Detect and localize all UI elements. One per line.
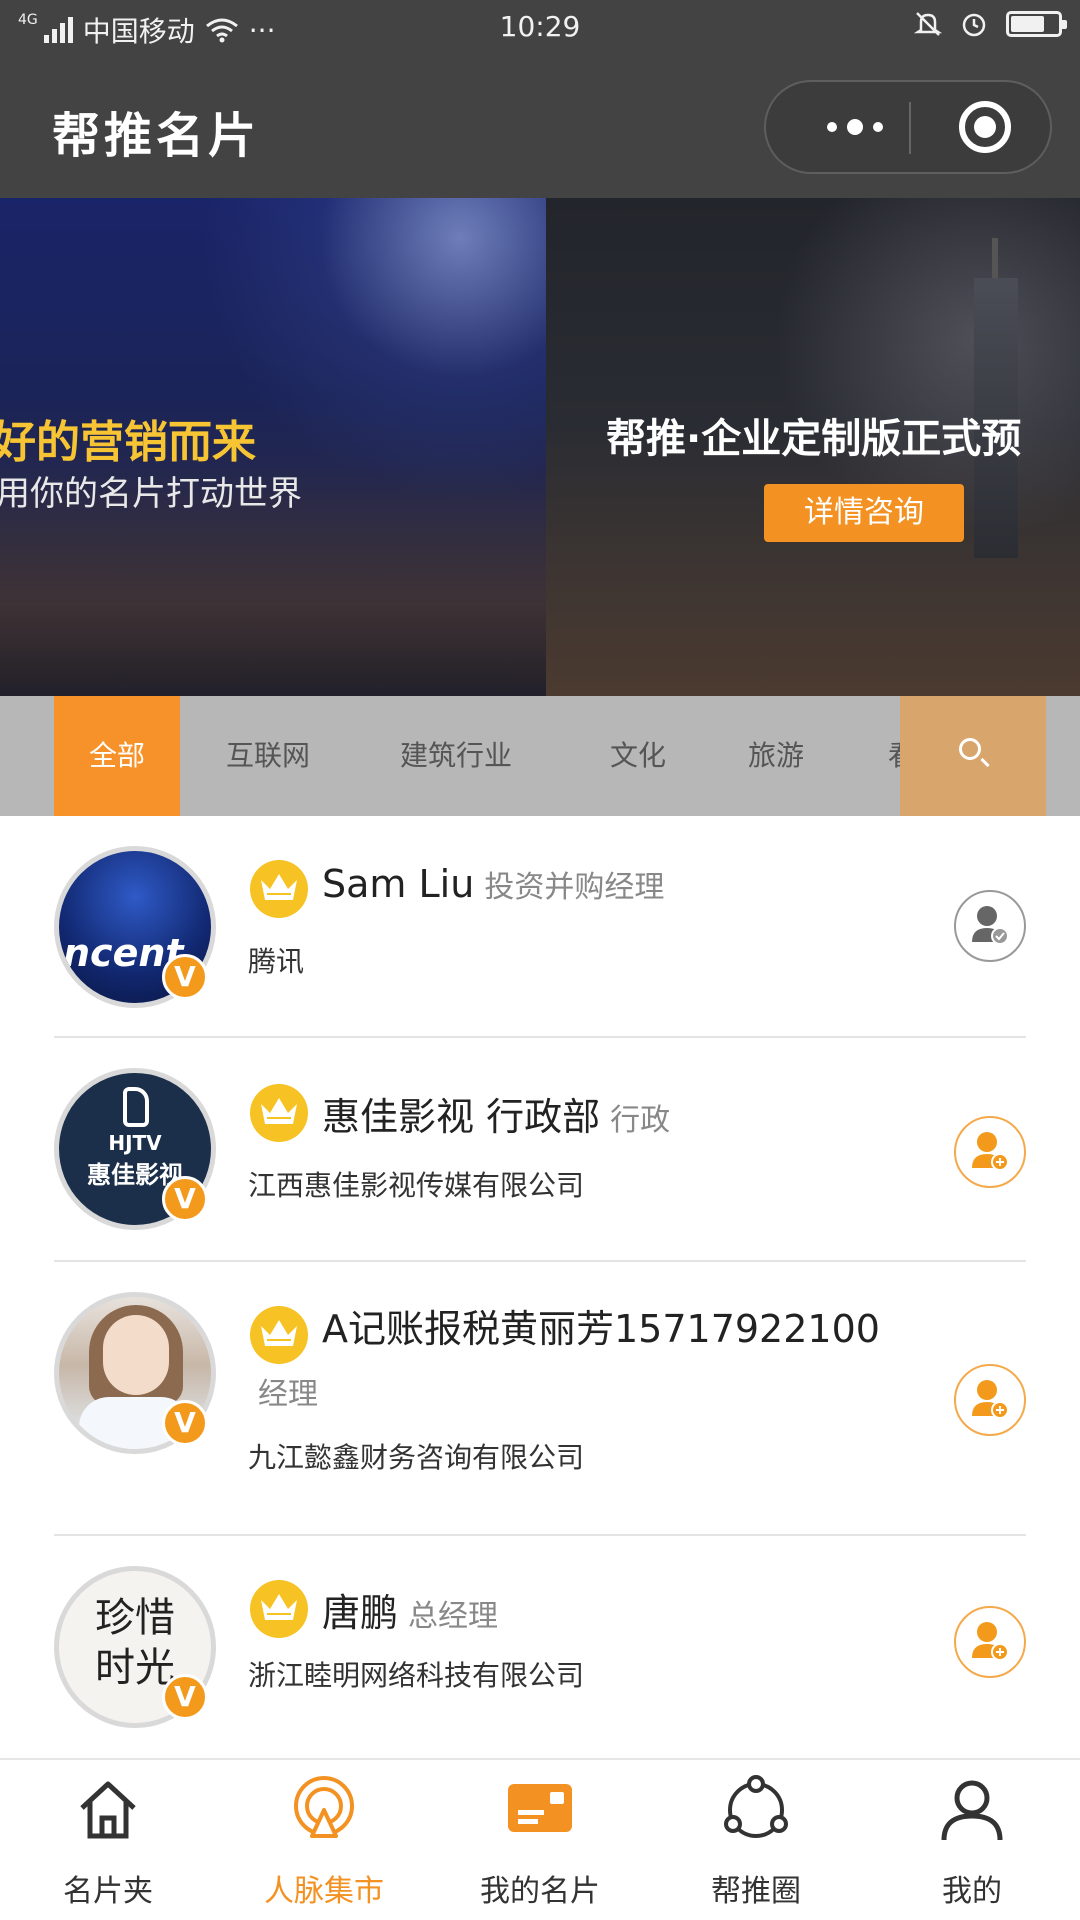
contact-role: 行政 (610, 1103, 671, 1138)
consult-button[interactable]: 详情咨询 (764, 484, 964, 542)
status-bar: 4G 中国移动 ··· 10:29 (0, 0, 1080, 56)
more-menu-button[interactable] (802, 82, 908, 172)
contact-role: 投资并购经理 (484, 870, 665, 905)
list-item[interactable]: ncent V Sam Liu 投资并购经理 腾讯 (54, 816, 1026, 1038)
tab-card-holder[interactable]: 名片夹 (0, 1760, 216, 1920)
crown-icon (250, 1580, 308, 1638)
tab-label: 帮推圈 (711, 1874, 801, 1909)
add-contact-button[interactable] (954, 1116, 1026, 1188)
list-item[interactable]: 珍惜 时光 V 唐鹏 总经理 浙江睦明网络科技有限公司 (54, 1536, 1026, 1758)
mini-program-capsule (764, 80, 1052, 174)
home-icon (80, 1781, 136, 1839)
crown-icon (250, 860, 308, 918)
add-user-icon (972, 1380, 1009, 1419)
add-user-icon (972, 1132, 1009, 1171)
tab-network-market[interactable]: 人脉集市 (216, 1760, 432, 1920)
search-icon (959, 738, 981, 760)
user-icon (941, 1780, 1003, 1841)
tab-travel[interactable]: 旅游 (748, 696, 804, 816)
contact-name: 惠佳影视 行政部 (322, 1095, 601, 1139)
battery-level (1011, 16, 1044, 32)
contact-name-line: 唐鹏 总经理 (322, 1582, 498, 1637)
tab-all[interactable]: 全部 (54, 696, 180, 816)
contact-company: 腾讯 (248, 945, 305, 978)
contact-name: A记账报税黄丽芳15717922100 (322, 1307, 880, 1351)
add-contact-button[interactable] (954, 1606, 1026, 1678)
banner-headline: 好的营销而来 (0, 417, 256, 468)
banner-slide-2[interactable]: 帮推·企业定制版正式预 详情咨询 (546, 198, 1080, 696)
tab-internet[interactable]: 互联网 (226, 696, 310, 816)
avatar-logo-text: HJTV (108, 1131, 162, 1155)
mute-bell-icon (914, 12, 942, 36)
banner-carousel[interactable]: 好的营销而来 用你的名片打动世界 帮推·企业定制版正式预 详情咨询 (0, 198, 1080, 696)
card-icon (508, 1784, 572, 1832)
battery-icon (1006, 11, 1067, 37)
crown-icon (250, 1084, 308, 1142)
category-tabs: 全部 互联网 建筑行业 文化 旅游 看 (0, 696, 1080, 816)
alarm-icon (962, 13, 986, 37)
tab-construction[interactable]: 建筑行业 (400, 696, 512, 816)
close-mini-program-button[interactable] (959, 101, 1011, 153)
tab-label: 人脉集市 (264, 1874, 384, 1909)
add-contact-button[interactable] (954, 1364, 1026, 1436)
search-button[interactable] (900, 696, 1046, 816)
contact-role: 经理 (258, 1377, 318, 1412)
tab-culture[interactable]: 文化 (610, 696, 666, 816)
verified-badge: V (162, 1400, 208, 1446)
banner-headline-2: 帮推·企业定制版正式预 (606, 416, 1022, 462)
tab-label: 我的名片 (480, 1874, 600, 1909)
verified-badge: V (162, 1176, 208, 1222)
added-contact-button[interactable] (954, 890, 1026, 962)
verified-badge: V (162, 1674, 208, 1720)
contact-name: Sam Liu (322, 862, 475, 906)
contact-name-line: Sam Liu 投资并购经理 (322, 862, 664, 906)
bottom-tab-bar: 名片夹 人脉集市 我的名片 帮推圈 我的 (0, 1758, 1080, 1920)
add-user-icon (972, 1622, 1009, 1661)
share-circle-icon (724, 1775, 788, 1838)
tab-label: 我的 (942, 1874, 1002, 1909)
user-check-icon (972, 906, 1009, 945)
tab-share-circle[interactable]: 帮推圈 (648, 1760, 864, 1920)
tab-mine[interactable]: 我的 (864, 1760, 1080, 1920)
list-item[interactable]: V A记账报税黄丽芳15717922100经理 九江懿鑫财务咨询有限公司 (54, 1262, 1026, 1536)
contact-name-line: 惠佳影视 行政部 行政 (322, 1086, 670, 1141)
tab-label: 名片夹 (63, 1874, 153, 1909)
broadcast-icon (294, 1776, 354, 1838)
verified-badge: V (162, 954, 208, 1000)
capsule-divider (909, 102, 911, 154)
contact-company: 江西惠佳影视传媒有限公司 (248, 1169, 585, 1202)
contact-company: 九江懿鑫财务咨询有限公司 (248, 1441, 585, 1474)
page-title: 帮推名片 (52, 108, 261, 164)
contact-company: 浙江睦明网络科技有限公司 (248, 1659, 585, 1692)
title-bar: 帮推名片 (0, 56, 1080, 198)
contact-role: 总经理 (408, 1599, 499, 1634)
banner-slide-1[interactable]: 好的营销而来 用你的名片打动世界 (0, 198, 546, 696)
banner-subline: 用你的名片打动世界 (0, 474, 302, 514)
list-item[interactable]: HJTV 惠佳影视 V 惠佳影视 行政部 行政 江西惠佳影视传媒有限公司 (54, 1038, 1026, 1262)
contact-name: 唐鹏 (322, 1591, 399, 1635)
tab-my-card[interactable]: 我的名片 (432, 1760, 648, 1920)
contact-name-line: A记账报税黄丽芳15717922100经理 (248, 1298, 888, 1426)
